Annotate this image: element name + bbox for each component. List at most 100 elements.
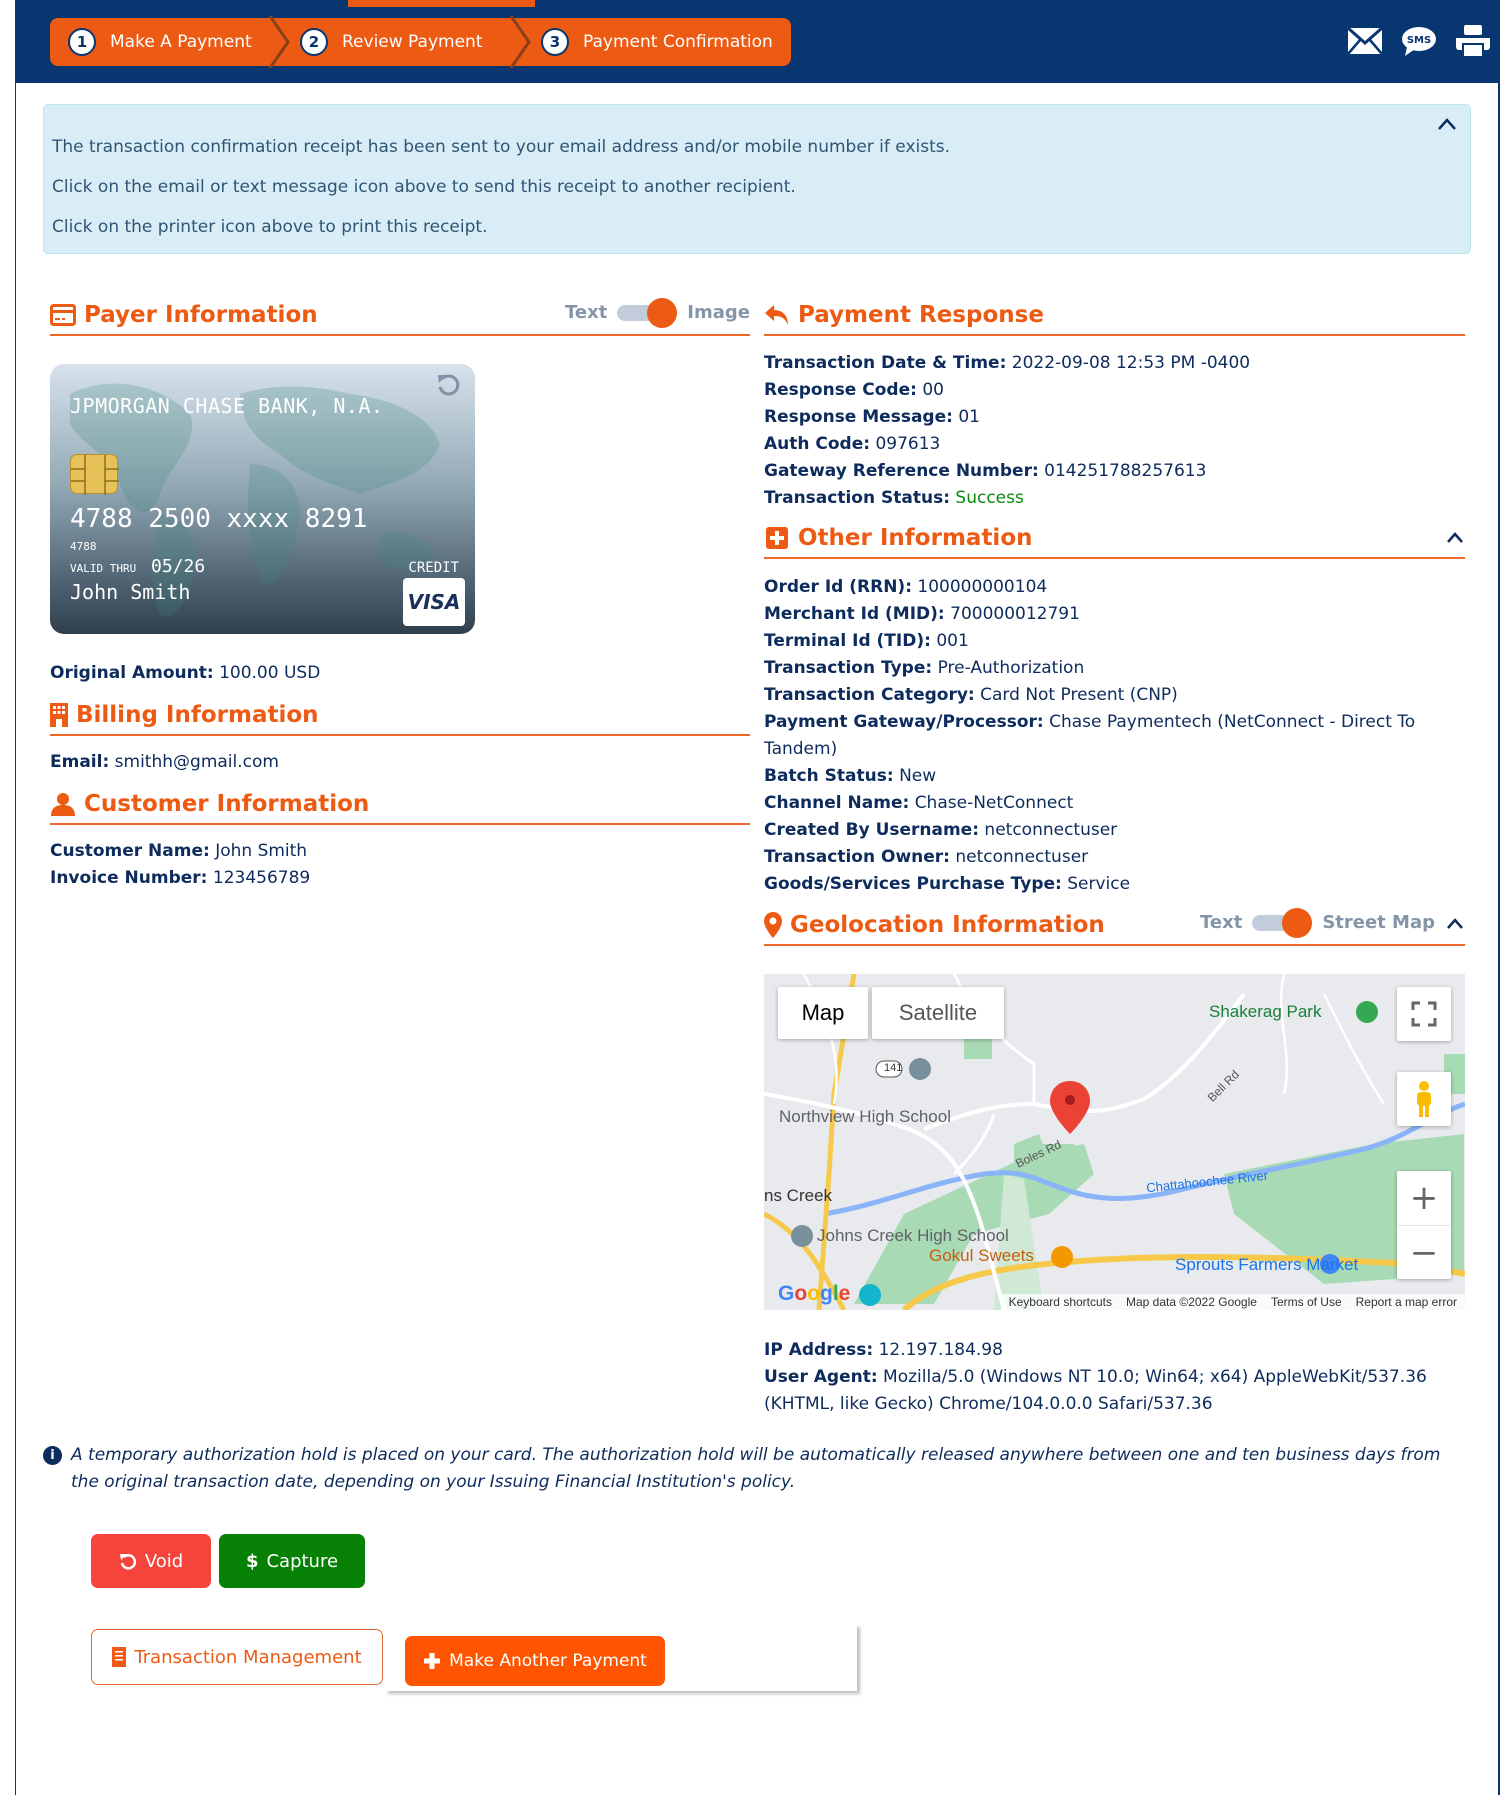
map-footer: Keyboard shortcuts Map data ©2022 Google… bbox=[1000, 1294, 1465, 1310]
customer-information-header: Customer Information bbox=[50, 785, 750, 825]
step-payment-confirmation[interactable]: 3 Payment Confirmation bbox=[523, 18, 773, 66]
receipt-icon bbox=[112, 1647, 127, 1667]
field-value: 001 bbox=[936, 631, 969, 651]
map-marker-icon bbox=[764, 912, 782, 938]
sms-icon[interactable]: SMS bbox=[1400, 24, 1438, 58]
map-type-map-button[interactable]: Map bbox=[778, 987, 868, 1039]
printer-icon[interactable] bbox=[1454, 24, 1492, 58]
map-label: Sprouts Farmers Market bbox=[1175, 1255, 1359, 1274]
merchant-id: Merchant Id (MID): 700000012791 bbox=[764, 601, 1454, 628]
zoom-in-button[interactable]: + bbox=[1397, 1171, 1451, 1225]
transaction-datetime: Transaction Date & Time: 2022-09-08 12:5… bbox=[764, 350, 1250, 377]
step-label: Payment Confirmation bbox=[583, 32, 773, 52]
geolocation-information-header: Geolocation Information Text Street Map bbox=[764, 906, 1465, 946]
card-bank-name: JPMORGAN CHASE BANK, N.A. bbox=[70, 394, 384, 418]
field-value: 014251788257613 bbox=[1044, 461, 1207, 481]
credit-card-icon bbox=[50, 303, 76, 327]
text-map-toggle[interactable] bbox=[1252, 907, 1313, 938]
envelope-icon[interactable] bbox=[1346, 24, 1384, 58]
building-icon bbox=[50, 703, 68, 727]
field-value: Chase-NetConnect bbox=[914, 793, 1074, 813]
order-id: Order Id (RRN): 100000000104 bbox=[764, 574, 1454, 601]
map-zoom-controls: + − bbox=[1397, 1171, 1451, 1279]
progress-steps: 1 Make A Payment 2 Review Payment 3 Paym… bbox=[50, 16, 791, 68]
card-valid-label: VALID THRU bbox=[70, 562, 137, 575]
section-title: Billing Information bbox=[76, 702, 319, 728]
geo-view-toggle: Text Street Map bbox=[1200, 907, 1465, 938]
field-value: New bbox=[899, 766, 937, 786]
toggle-knob bbox=[1282, 907, 1313, 938]
transaction-management-button[interactable]: Transaction Management bbox=[91, 1629, 383, 1685]
step-label: Make A Payment bbox=[110, 32, 252, 52]
card-holder-name: John Smith bbox=[70, 580, 191, 604]
payment-gateway: Payment Gateway/Processor: Chase Payment… bbox=[764, 709, 1454, 763]
customer-fields: Customer Name: John Smith Invoice Number… bbox=[50, 838, 310, 892]
flip-card-icon[interactable] bbox=[435, 372, 461, 398]
field-label: Channel Name: bbox=[764, 793, 910, 813]
alert-line: Click on the printer icon above to print… bbox=[52, 217, 488, 237]
billing-information-header: Billing Information bbox=[50, 696, 750, 736]
street-view-pegman-button[interactable] bbox=[1397, 1072, 1451, 1126]
response-message: Response Message: 01 bbox=[764, 404, 1250, 431]
text-image-toggle[interactable] bbox=[617, 297, 678, 328]
street-map[interactable]: 141 Northview High School ns Creek Johns… bbox=[764, 974, 1465, 1310]
map-label: ns Creek bbox=[764, 1186, 833, 1205]
field-label: Transaction Owner: bbox=[764, 847, 950, 867]
channel-name: Channel Name: Chase-NetConnect bbox=[764, 790, 1454, 817]
chevron-up-icon[interactable] bbox=[1445, 915, 1465, 931]
field-label: Gateway Reference Number: bbox=[764, 461, 1039, 481]
map-label: Northview High School bbox=[779, 1107, 951, 1126]
status-badge: Success bbox=[955, 488, 1024, 508]
field-value: Card Not Present (CNP) bbox=[980, 685, 1178, 705]
field-label: Order Id (RRN): bbox=[764, 577, 912, 597]
receipt-alert: The transaction confirmation receipt has… bbox=[43, 104, 1471, 254]
chevron-up-icon[interactable] bbox=[1445, 529, 1465, 545]
capture-button[interactable]: $ Capture bbox=[219, 1534, 365, 1588]
header-actions: SMS bbox=[1346, 24, 1492, 58]
visa-logo: VISA bbox=[403, 578, 465, 626]
invoice-number: Invoice Number: 123456789 bbox=[50, 865, 310, 892]
field-label: Invoice Number: bbox=[50, 868, 208, 888]
step-review-payment[interactable]: 2 Review Payment bbox=[282, 16, 531, 68]
payment-response-header: Payment Response bbox=[764, 296, 1465, 336]
dollar-icon: $ bbox=[245, 1550, 259, 1572]
alert-line: The transaction confirmation receipt has… bbox=[52, 137, 951, 157]
notice-text: A temporary authorization hold is placed… bbox=[71, 1445, 1441, 1492]
section-title: Geolocation Information bbox=[790, 912, 1105, 938]
zoom-out-button[interactable]: − bbox=[1397, 1225, 1451, 1279]
terminal-id: Terminal Id (TID): 001 bbox=[764, 628, 1454, 655]
svg-text:SMS: SMS bbox=[1407, 35, 1431, 46]
active-tab-marker bbox=[348, 0, 535, 7]
other-information-fields: Order Id (RRN): 100000000104 Merchant Id… bbox=[764, 574, 1454, 898]
card-bin: 4788 bbox=[70, 540, 97, 553]
info-icon: i bbox=[43, 1446, 62, 1465]
toggle-label-text: Text bbox=[564, 302, 608, 323]
report-map-error-link[interactable]: Report a map error bbox=[1356, 1295, 1457, 1309]
chevron-up-icon[interactable] bbox=[1436, 115, 1458, 133]
transaction-category: Transaction Category: Card Not Present (… bbox=[764, 682, 1454, 709]
make-another-payment-button[interactable]: Make Another Payment bbox=[405, 1636, 665, 1686]
alert-line: Click on the email or text message icon … bbox=[52, 177, 796, 197]
gateway-reference-number: Gateway Reference Number: 01425178825761… bbox=[764, 458, 1250, 485]
map-data-attribution: Map data ©2022 Google bbox=[1126, 1295, 1257, 1309]
field-label: Batch Status: bbox=[764, 766, 894, 786]
original-amount: Original Amount: 100.00 USD bbox=[50, 660, 320, 687]
purchase-type: Goods/Services Purchase Type: Service bbox=[764, 871, 1454, 898]
field-label: Payment Gateway/Processor: bbox=[764, 712, 1044, 732]
transaction-management-label: Transaction Management bbox=[134, 1646, 362, 1668]
toggle-label-image: Image bbox=[687, 302, 750, 323]
keyboard-shortcuts-link[interactable]: Keyboard shortcuts bbox=[1009, 1295, 1112, 1309]
field-value: 12.197.184.98 bbox=[878, 1340, 1003, 1360]
map-type-satellite-button[interactable]: Satellite bbox=[872, 987, 1004, 1039]
field-value: netconnectuser bbox=[955, 847, 1089, 867]
ip-address: IP Address: 12.197.184.98 bbox=[764, 1337, 1464, 1364]
fullscreen-button[interactable] bbox=[1397, 987, 1451, 1041]
terms-of-use-link[interactable]: Terms of Use bbox=[1271, 1295, 1342, 1309]
auth-code: Auth Code: 097613 bbox=[764, 431, 1250, 458]
billing-email: Email: smithh@gmail.com bbox=[50, 749, 279, 776]
customer-name: Customer Name: John Smith bbox=[50, 838, 310, 865]
void-button[interactable]: Void bbox=[91, 1534, 211, 1588]
step-make-payment[interactable]: 1 Make A Payment bbox=[50, 16, 290, 68]
void-label: Void bbox=[144, 1550, 184, 1572]
field-label: User Agent: bbox=[764, 1367, 878, 1387]
